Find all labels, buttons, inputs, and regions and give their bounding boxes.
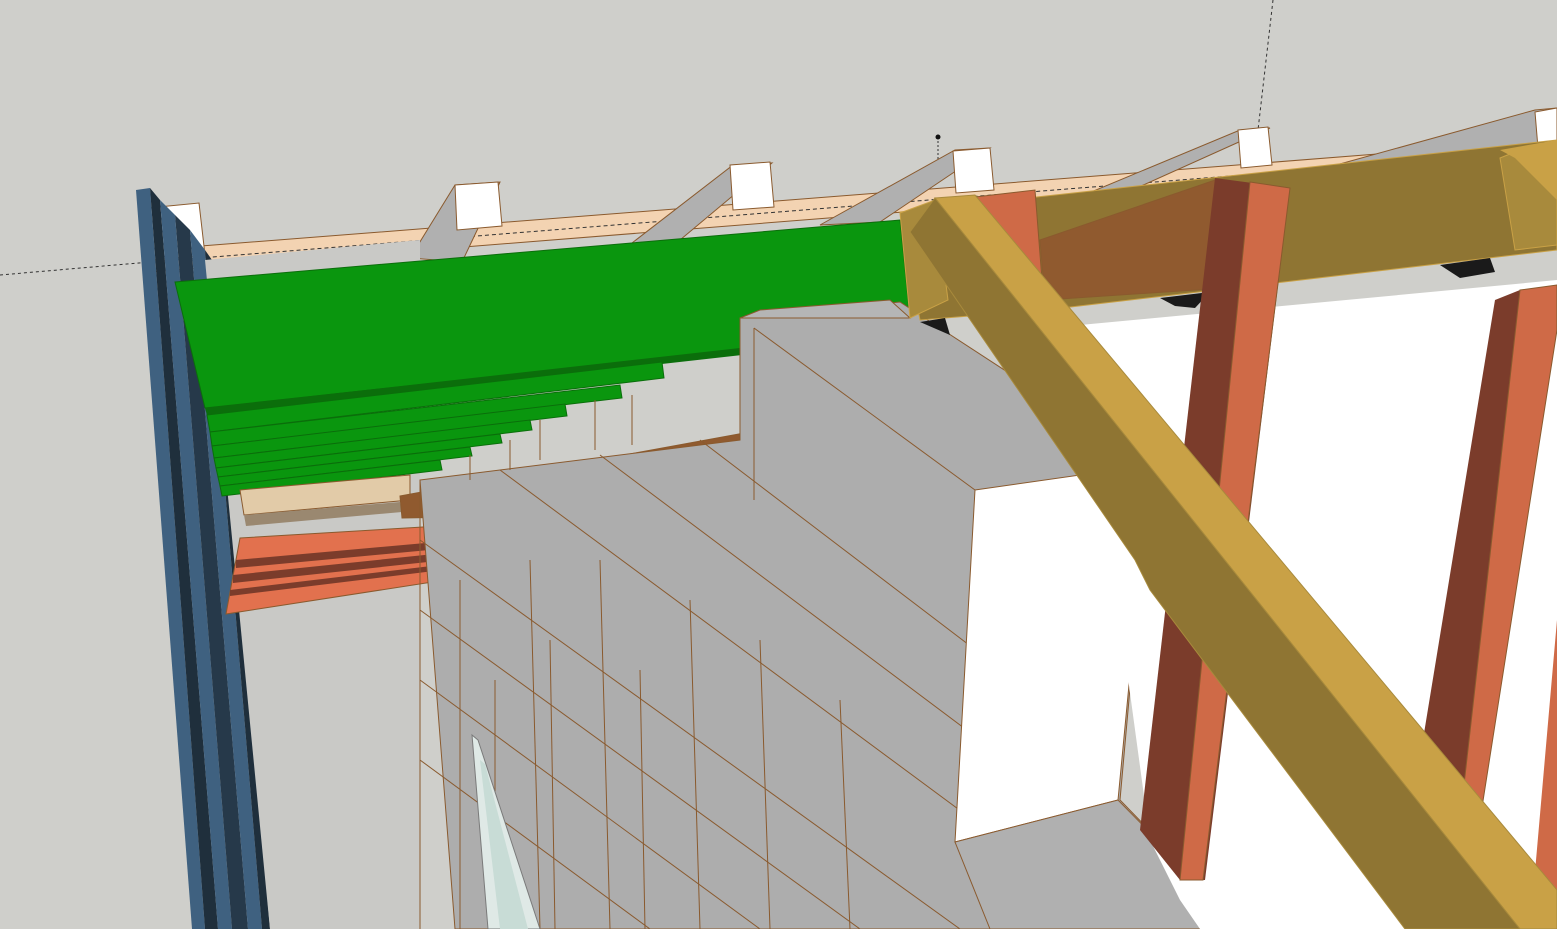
3d-scene-canvas[interactable]: [0, 0, 1557, 929]
rafter-tail-end[interactable]: [729, 161, 775, 211]
modeling-viewport[interactable]: [0, 0, 1557, 929]
rafter-tail-end[interactable]: [454, 181, 503, 231]
axis-origin-point: [935, 134, 941, 140]
rafter-tail-end[interactable]: [1237, 126, 1273, 169]
rafter-tail-end[interactable]: [952, 147, 995, 194]
